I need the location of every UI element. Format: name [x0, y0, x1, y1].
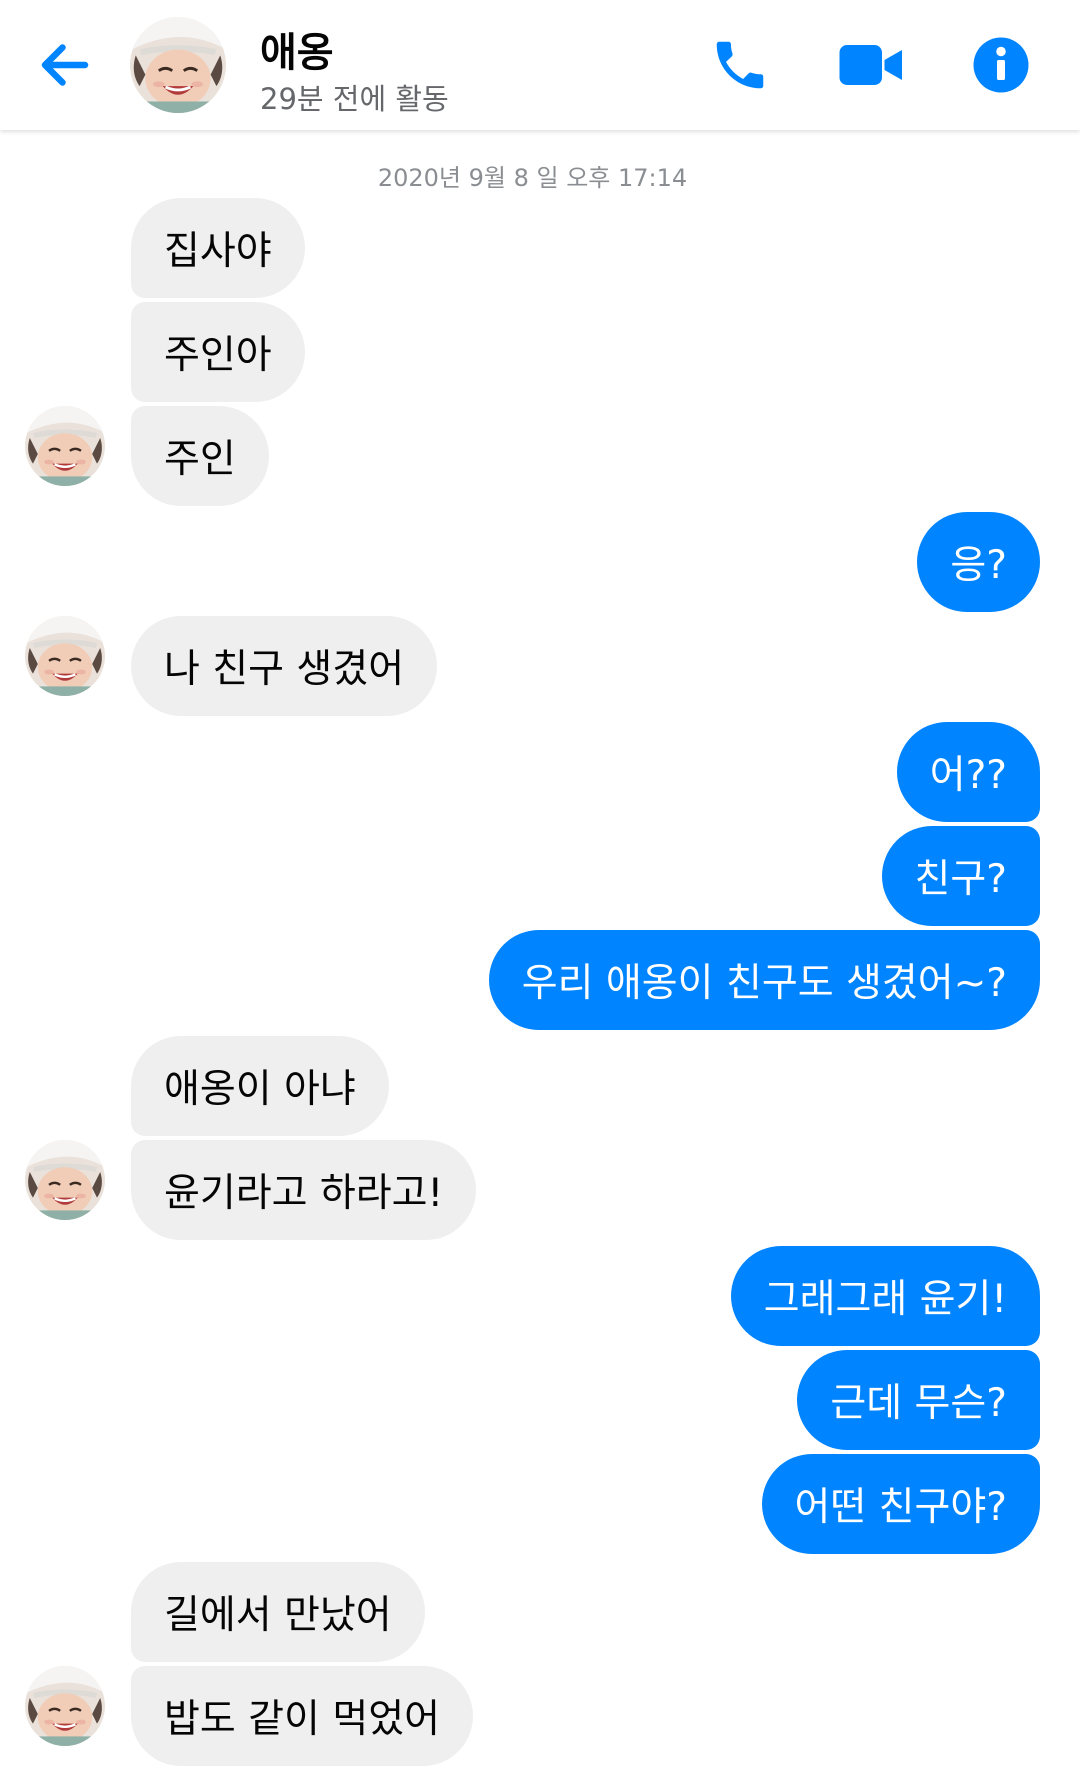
sender-avatar[interactable] [25, 406, 105, 486]
outgoing-message[interactable]: 응? [917, 512, 1040, 612]
message-timestamp: 2020년 9월 8 일 오후 17:14 [377, 164, 688, 192]
incoming-message[interactable]: 나 친구 생겼어 [131, 616, 438, 716]
outgoing-message[interactable]: 어?? [896, 722, 1040, 822]
conversation-header: 애옹 29분 전에 활동 [0, 0, 1080, 130]
phone-icon [716, 41, 764, 89]
sender-avatar[interactable] [25, 1666, 105, 1746]
incoming-message[interactable]: 애옹이 아냐 [131, 1036, 389, 1136]
active-status: 29분 전에 활동 [260, 82, 449, 116]
call-button[interactable] [705, 30, 775, 100]
contact-name[interactable]: 애옹 [260, 20, 334, 78]
outgoing-message[interactable]: 우리 애옹이 친구도 생겼어~? [488, 930, 1040, 1030]
incoming-message[interactable]: 밥도 같이 먹었어 [131, 1666, 473, 1766]
incoming-message[interactable]: 집사야 [131, 198, 305, 298]
incoming-message[interactable]: 주인아 [131, 302, 305, 402]
sender-avatar[interactable] [25, 1140, 105, 1220]
outgoing-message[interactable]: 친구? [881, 826, 1040, 926]
incoming-message[interactable]: 주인 [131, 406, 269, 506]
back-button[interactable] [30, 30, 100, 100]
incoming-message[interactable]: 길에서 만났어 [131, 1562, 425, 1662]
info-icon [973, 37, 1029, 93]
video-camera-icon [839, 45, 902, 85]
video-call-button[interactable] [837, 30, 907, 100]
outgoing-message[interactable]: 어떤 친구야? [761, 1454, 1040, 1554]
incoming-message[interactable]: 윤기라고 하라고! [131, 1140, 477, 1240]
sender-avatar[interactable] [25, 616, 105, 696]
outgoing-message[interactable]: 근데 무슨? [797, 1350, 1040, 1450]
outgoing-message[interactable]: 그래그래 윤기! [730, 1246, 1040, 1346]
arrow-left-icon [41, 44, 89, 86]
info-button[interactable] [966, 30, 1036, 100]
contact-avatar[interactable] [130, 17, 226, 113]
